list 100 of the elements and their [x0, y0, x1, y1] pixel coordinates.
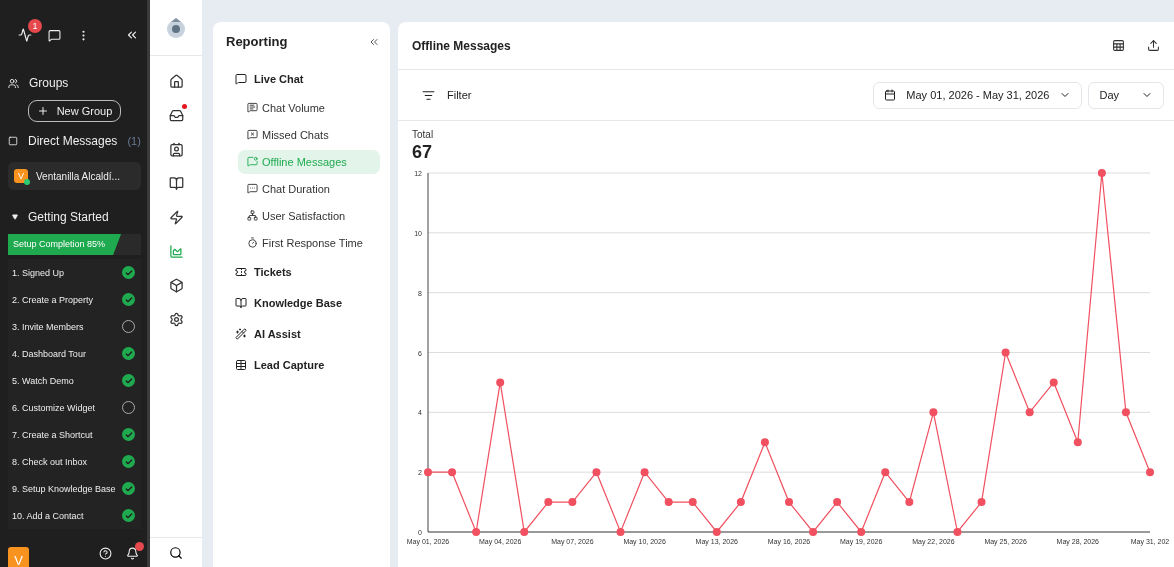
checklist-item[interactable]: 3. Invite Members	[8, 313, 141, 340]
box-icon	[168, 277, 184, 293]
data-point	[977, 498, 986, 507]
checklist-item[interactable]: 10. Add a Contact	[8, 502, 141, 529]
nav-group[interactable]: AI Assist	[223, 318, 380, 349]
calendar-icon	[884, 89, 897, 101]
total-label: Total	[412, 129, 435, 140]
date-range-picker[interactable]: May 01, 2026 - May 31, 2026	[873, 81, 1083, 109]
data-point	[496, 378, 505, 387]
export-button[interactable]	[1147, 39, 1160, 52]
interval-dropdown[interactable]: Day	[1088, 81, 1164, 109]
checklist-item[interactable]: 2. Create a Property	[8, 286, 141, 313]
checklist-item[interactable]: 7. Create a Shortcut	[8, 421, 141, 448]
home-icon	[168, 73, 184, 89]
settings-icon	[168, 311, 184, 327]
timer-icon	[247, 237, 258, 248]
data-point	[881, 468, 890, 477]
bell-icon[interactable]	[126, 547, 139, 560]
filter-icon	[422, 88, 435, 102]
checklist-item[interactable]: 4. Dashboard Tour	[8, 340, 141, 367]
unread-dot	[182, 104, 187, 109]
data-point	[1073, 438, 1082, 447]
activity-icon[interactable]	[18, 28, 32, 42]
nav-item[interactable]: Chat Duration	[238, 176, 380, 201]
data-point	[544, 498, 553, 507]
panel-title: Reporting	[225, 34, 288, 49]
data-point	[785, 498, 793, 507]
collapse-icon[interactable]	[125, 28, 139, 42]
book-icon	[168, 175, 184, 191]
crest-logo	[164, 15, 188, 40]
data-point	[929, 408, 938, 417]
direct-messages-label: Direct Messages	[28, 134, 118, 148]
groups-label: Groups	[29, 76, 69, 90]
caret-icon[interactable]	[12, 214, 18, 220]
data-point	[857, 528, 866, 536]
table-icon	[1112, 39, 1125, 52]
lightning-icon	[168, 209, 184, 225]
help-icon[interactable]	[99, 547, 112, 560]
chat-bubble-icon	[247, 156, 258, 167]
data-point	[953, 528, 962, 536]
data-point	[1025, 408, 1034, 417]
table-icon	[235, 358, 247, 371]
chart-icon	[168, 243, 184, 259]
data-point	[809, 528, 818, 536]
chat-bubble-icon	[235, 72, 247, 85]
data-point	[760, 438, 769, 447]
data-point	[616, 528, 625, 536]
nav-item[interactable]: Missed Chats	[238, 122, 380, 147]
upload-icon	[1147, 39, 1160, 52]
data-point	[688, 498, 697, 507]
groups-icon	[8, 77, 19, 89]
chat-bubble-icon	[247, 102, 258, 113]
plus-icon	[36, 105, 49, 117]
data-point	[1097, 169, 1106, 177]
new-group-button[interactable]: New Group	[27, 100, 122, 122]
data-point	[664, 498, 673, 507]
filter-button[interactable]: Filter	[416, 87, 478, 103]
data-point	[736, 498, 745, 507]
search-icon[interactable]	[169, 546, 183, 560]
data-point	[640, 468, 649, 477]
data-point	[472, 528, 481, 536]
message-count: (1)	[127, 135, 141, 147]
table-view-button[interactable]	[1112, 39, 1125, 52]
checklist-item[interactable]: 5. Watch Demo	[8, 367, 141, 394]
magic-wand-icon	[235, 327, 247, 340]
data-point	[520, 528, 529, 536]
checklist-item[interactable]: 8. Check out Inbox	[8, 448, 141, 475]
data-point	[712, 528, 721, 536]
chat-icon[interactable]	[48, 28, 61, 42]
inbox-icon	[168, 107, 184, 123]
data-point	[1049, 378, 1058, 387]
getting-started-title: Getting Started	[28, 210, 109, 224]
contact-avatar: V	[14, 169, 28, 183]
contact-item[interactable]: V Ventanilla Alcaldí...	[8, 162, 141, 190]
checklist-item[interactable]: 1. Signed Up	[8, 259, 141, 286]
nav-group[interactable]: Lead Capture	[223, 349, 380, 380]
checklist-item[interactable]: 9. Setup Knowledge Base	[8, 475, 141, 502]
contact-card-icon	[168, 141, 184, 157]
chat-bubble-icon	[247, 129, 258, 140]
nav-group[interactable]: Knowledge Base	[223, 287, 380, 318]
nav-group[interactable]: Tickets	[223, 256, 380, 287]
notification-dot	[135, 542, 144, 551]
nav-item[interactable]: First Response Time	[238, 230, 380, 255]
progress-label: Setup Completion 85%	[13, 239, 106, 249]
book-icon	[235, 296, 247, 309]
data-point	[1001, 348, 1010, 357]
data-point	[448, 468, 457, 477]
data-point	[592, 468, 601, 477]
nav-item[interactable]: User Satisfaction	[238, 203, 380, 228]
nav-group[interactable]: Live Chat	[223, 63, 380, 94]
report-title: Offline Messages	[412, 38, 511, 53]
hierarchy-icon	[247, 210, 258, 221]
checklist-item[interactable]: 6. Customize Widget	[8, 394, 141, 421]
data-point	[1146, 468, 1154, 477]
nav-item[interactable]: Chat Volume	[238, 95, 380, 120]
contact-name: Ventanilla Alcaldí...	[36, 170, 120, 182]
ticket-icon	[235, 265, 247, 278]
data-point	[905, 498, 914, 507]
data-point	[1121, 408, 1130, 417]
total-value: 67	[412, 142, 434, 163]
